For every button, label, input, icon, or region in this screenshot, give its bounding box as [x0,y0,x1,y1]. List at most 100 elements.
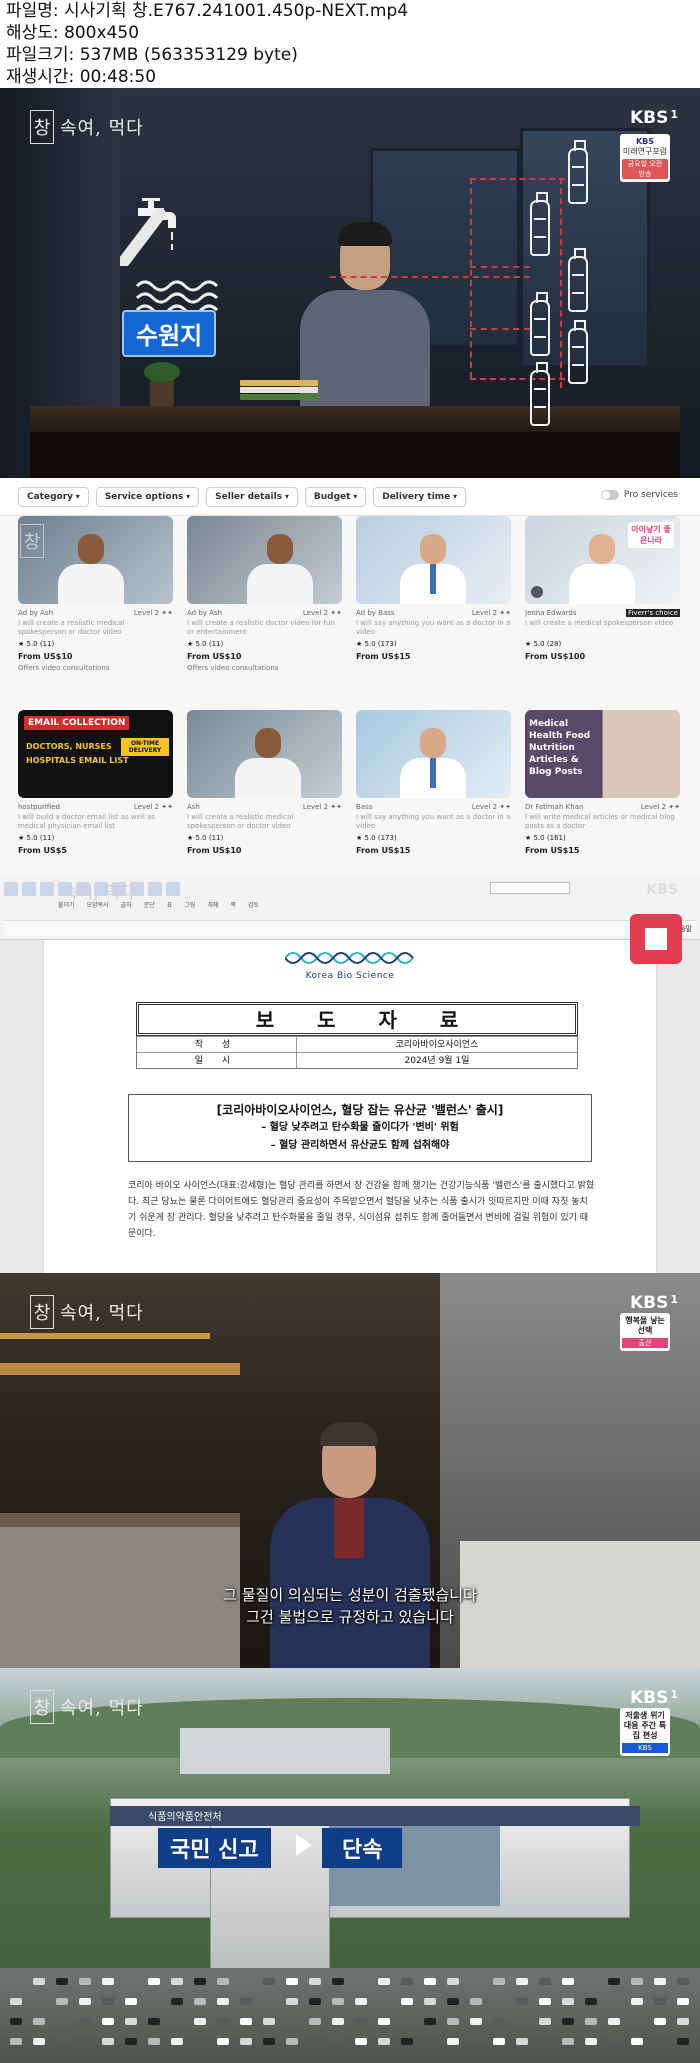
car [447,1978,459,1985]
car [194,2018,206,2025]
ribbon-label[interactable]: 개체 [207,900,218,909]
filter-delivery-time[interactable]: Delivery time [373,486,467,507]
gig-price: From US$15 [356,846,411,855]
subheadline-text: – 혈당 낮추려고 탄수화물 줄이다가 '변비' 위험 [261,1122,459,1133]
flow-line [470,266,530,268]
gig-seller[interactable]: Ad by Bass Level 2 ✦✦ [356,609,511,617]
car [309,1978,321,1985]
gig-title[interactable]: I will create a realistic medical spokes… [187,813,342,831]
gig-thumbnail[interactable] [187,516,342,604]
car [309,2018,321,2025]
car [10,2038,22,2045]
paste-icon[interactable] [4,882,18,896]
filter-category[interactable]: Category [18,486,89,507]
promo-line: KBS [635,137,655,146]
filter-service-options[interactable]: Service options [95,486,200,507]
gig-seller[interactable]: Jenna Edwards Fiverr's choice [525,609,680,617]
car [286,1998,298,2005]
car [355,1998,367,2005]
bottle-icon [530,292,550,356]
show-seal: 창 [30,1295,54,1329]
filter-budget[interactable]: Budget [304,486,367,507]
car [102,1978,114,1985]
gig-card[interactable]: Medical Health Food Nutrition Articles &… [525,710,680,878]
copy-icon[interactable] [22,882,36,896]
gig-thumbnail[interactable]: Medical Health Food Nutrition Articles &… [525,710,680,798]
toggle-icon[interactable] [600,490,619,500]
gig-thumbnail[interactable] [356,710,511,798]
gig-thumbnail[interactable] [187,710,342,798]
play-icon[interactable] [531,586,543,598]
gig-card[interactable]: Bass Level 2 ✦✦ I will say anything you w… [356,710,511,878]
car [631,1978,643,1985]
gig-seller[interactable]: Bass Level 2 ✦✦ [356,803,511,811]
car [309,1998,321,2005]
ribbon-label[interactable]: 그림 [184,900,195,909]
gig-card[interactable]: Ash Level 2 ✦✦ I will create a realistic … [187,710,342,878]
car [539,1998,551,2005]
gig-title[interactable]: I will build a doctor email list as well… [18,813,173,831]
email-thumb-line: HOSPITALS EMAIL LIST [26,756,129,765]
promo-line: KBS [622,1743,668,1753]
gig-title[interactable]: I will say anything you want as a doctor… [356,813,511,831]
gig-seller[interactable]: Ash Level 2 ✦✦ [187,803,342,811]
car [355,2038,367,2045]
car [470,2018,482,2025]
gig-card[interactable]: EMAIL COLLECTION DOCTORS, NURSES HOSPITA… [18,710,173,878]
promo-line: 행복을 낳는 선택 [625,1316,665,1335]
ribbon-label[interactable]: 검토 [248,900,259,909]
ribbon-label[interactable]: 문단 [144,900,155,909]
ribbon-label[interactable]: 표 [167,900,173,909]
gig-rating: ★ 5.0 (173) [356,640,397,648]
gig-title[interactable]: I will create a medical spokesperson vid… [525,619,680,637]
gig-seller[interactable]: hostpurified Level 2 ✦✦ [18,803,173,811]
car [194,1998,206,2005]
gig-card[interactable]: Ad by Ash Level 2 ✦✦ I will create a real… [187,516,342,686]
gig-seller[interactable]: Ad by Ash Level 2 ✦✦ [18,609,173,617]
building [180,1728,390,1774]
gig-title[interactable]: I will say anything you want as a doctor… [356,619,511,637]
video-frame-1: 창 속여, 먹다 KBS 1 KBS 미래연구포럼 금요일 오전 방송 수원지 [0,88,700,478]
book-stack [240,380,318,406]
gig-price: From US$10 [187,846,242,855]
gig-seller[interactable]: Dr Fatimah Khan Level 2 ✦✦ [525,803,680,811]
filter-seller-details[interactable]: Seller details [206,486,298,507]
gig-thumbnail[interactable]: 아이낳기 좋은나라 [525,516,680,604]
pro-services-label: Pro services [623,490,678,500]
car [447,2018,459,2025]
show-seal: 창 [30,1690,54,1724]
format-icon[interactable] [40,882,54,896]
kbs-logo: KBS 1 [629,1293,678,1313]
press-body: 코리아 바이오 사이언스(대표:강세형)는 혈당 관리를 하면서 장 건강을 함… [128,1181,595,1239]
stop-button[interactable] [630,914,682,964]
car [585,1998,597,2005]
car [217,2018,229,2025]
gig-title[interactable]: I will write medical articles or medical… [525,813,680,831]
car [493,1978,505,1985]
car [102,2018,114,2025]
subtitle-line-2: 그건 불법으로 규정하고 있습니다 [246,1608,454,1626]
gig-card[interactable]: 아이낳기 좋은나라 Jenna Edwards Fiverr's choice I… [525,516,680,686]
gig-price: From US$15 [356,652,411,661]
car [171,1998,183,2005]
car [10,2018,22,2025]
search-input[interactable] [490,882,570,894]
gig-title[interactable]: I will create a realistic doctor video f… [187,619,342,637]
gig-seller[interactable]: Ad by Ash Level 2 ✦✦ [187,609,342,617]
car [447,1998,459,2005]
car [79,1978,91,1985]
source-label: 수원지 [122,310,217,357]
show-logo: 창 속여, 먹다 [30,110,144,144]
gig-card[interactable]: Ad by Bass Level 2 ✦✦ I will say anything… [356,516,511,686]
car [240,2038,252,2045]
filename-text: 파일명: 시사기획 창.E767.241001.450p-NEXT.mp4 [6,1,409,21]
car [56,1998,68,2005]
gig-thumbnail[interactable]: EMAIL COLLECTION DOCTORS, NURSES HOSPITA… [18,710,173,798]
page-icon[interactable] [148,882,162,896]
gig-title[interactable]: I will create a realistic medical spokes… [18,619,173,637]
gig-thumbnail[interactable] [356,516,511,604]
gig-rating: ★ 5.0 (161) [525,834,566,842]
pro-services-toggle[interactable]: Pro services [600,490,678,500]
ribbon-label[interactable]: 쪽 [230,900,236,909]
review-icon[interactable] [166,882,180,896]
